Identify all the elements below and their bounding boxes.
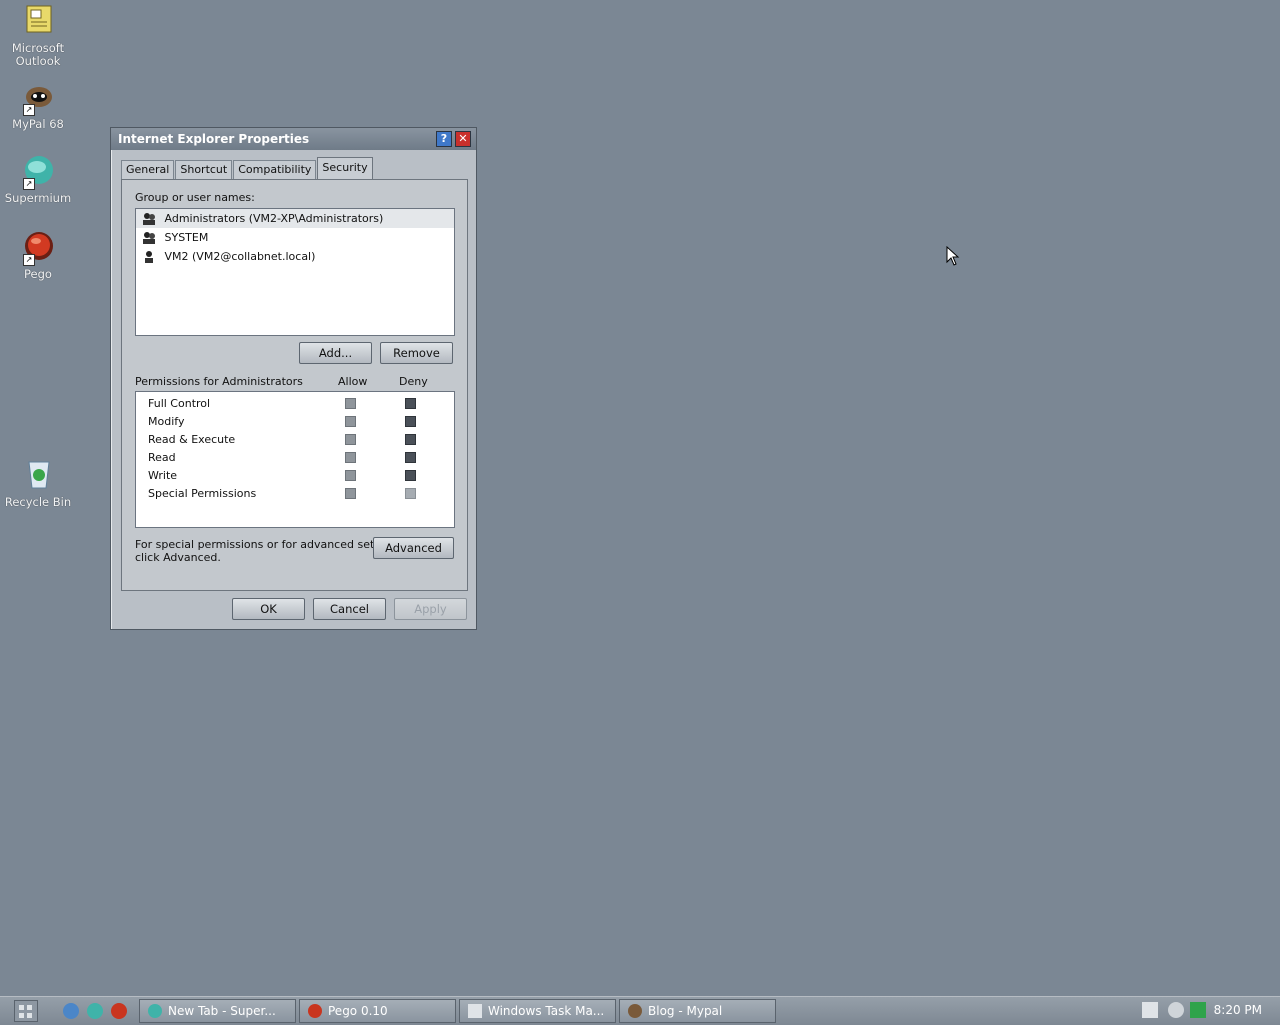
task-label: Blog - Mypal: [648, 1004, 723, 1018]
user-name: VM2 (VM2@collabnet.local): [164, 250, 316, 263]
allow-column-header: Allow: [338, 375, 368, 388]
supermium-icon: ↗: [21, 154, 55, 190]
task-label: Windows Task Ma...: [488, 1004, 605, 1018]
advanced-hint-line: click Advanced.: [135, 551, 221, 564]
deny-checkbox[interactable]: [405, 488, 416, 499]
task-label: Pego 0.10: [328, 1004, 388, 1018]
allow-checkbox[interactable]: [345, 434, 356, 445]
recycle-bin-icon: [21, 458, 55, 492]
deny-checkbox[interactable]: [405, 398, 416, 409]
taskbar-button-mypal[interactable]: Blog - Mypal: [619, 999, 776, 1023]
desktop-icon-recycle-bin[interactable]: Recycle Bin: [0, 458, 76, 509]
remove-button[interactable]: Remove: [380, 342, 453, 364]
ie-quicklaunch-icon[interactable]: [63, 1003, 79, 1019]
outlook-icon: [21, 4, 55, 38]
close-button[interactable]: ✕: [455, 131, 471, 147]
dialog-title: Internet Explorer Properties: [118, 132, 310, 146]
tab-compatibility[interactable]: Compatibility: [233, 160, 317, 179]
taskbar-button-task-manager[interactable]: Windows Task Ma...: [459, 999, 616, 1023]
desktop-icon-label: Recycle Bin: [4, 495, 72, 509]
user-row-system[interactable]: SYSTEM: [136, 228, 454, 247]
supermium-quicklaunch-icon[interactable]: [87, 1003, 103, 1019]
deny-checkbox[interactable]: [405, 452, 416, 463]
desktop-icon-label: Supermium: [4, 191, 72, 205]
desktop-icon-label: Pego: [24, 267, 52, 281]
deny-checkbox[interactable]: [405, 470, 416, 481]
pego-icon: [308, 1004, 322, 1018]
tab-shortcut[interactable]: Shortcut: [175, 160, 233, 179]
mouse-cursor-icon: [946, 246, 960, 266]
permission-name: Full Control: [148, 397, 211, 410]
shortcut-arrow-icon: ↗: [23, 104, 35, 116]
taskbar-clock[interactable]: 8:20 PM: [1214, 997, 1262, 1023]
user-row-administrators[interactable]: Administrators (VM2-XP\Administrators): [136, 209, 454, 228]
user-row-vm2[interactable]: VM2 (VM2@collabnet.local): [136, 247, 454, 266]
pego-quicklaunch-icon[interactable]: [111, 1003, 127, 1019]
desktop-icon-mypal[interactable]: ↗ MyPal 68: [0, 80, 76, 131]
advanced-hint: For special permissions or for advanced …: [135, 538, 405, 564]
deny-checkbox[interactable]: [405, 434, 416, 445]
mypal-icon: [628, 1004, 642, 1018]
help-button[interactable]: ?: [436, 131, 452, 147]
users-list[interactable]: Administrators (VM2-XP\Administrators) S…: [135, 208, 455, 336]
permission-name: Modify: [148, 415, 185, 428]
users-group-icon: [143, 232, 155, 244]
allow-checkbox[interactable]: [345, 398, 356, 409]
allow-checkbox[interactable]: [345, 488, 356, 499]
supermium-icon: [148, 1004, 162, 1018]
apply-button[interactable]: Apply: [394, 598, 467, 620]
security-panel: Group or user names: Administrators (VM2…: [121, 179, 468, 591]
start-button[interactable]: [14, 1000, 38, 1022]
help-icon: ?: [440, 132, 448, 145]
allow-checkbox[interactable]: [345, 416, 356, 427]
taskbar: New Tab - Super... Pego 0.10 Windows Tas…: [0, 996, 1280, 1025]
desktop-icon-outlook[interactable]: Microsoft Outlook: [0, 4, 76, 68]
allow-checkbox[interactable]: [345, 470, 356, 481]
deny-checkbox[interactable]: [405, 416, 416, 427]
permission-name: Special Permissions: [148, 487, 257, 500]
keyboard-icon[interactable]: [1142, 1002, 1158, 1018]
add-button[interactable]: Add...: [299, 342, 372, 364]
deny-column-header: Deny: [399, 375, 428, 388]
dialog-titlebar[interactable]: Internet Explorer Properties ? ✕: [111, 128, 476, 150]
pego-icon: ↗: [21, 230, 55, 266]
permission-name: Read: [148, 451, 176, 464]
group-label: Group or user names:: [135, 191, 255, 204]
status-tray-icon[interactable]: [1190, 1002, 1206, 1018]
task-label: New Tab - Super...: [168, 1004, 276, 1018]
user-icon: [145, 251, 153, 263]
desktop-icon-pego[interactable]: ↗ Pego: [0, 230, 76, 281]
shortcut-arrow-icon: ↗: [23, 254, 35, 266]
close-icon: ✕: [458, 132, 468, 145]
allow-checkbox[interactable]: [345, 452, 356, 463]
tab-strip: General Shortcut Compatibility Security: [121, 157, 374, 179]
desktop-icon-label: Outlook: [15, 54, 61, 68]
taskbar-button-supermium[interactable]: New Tab - Super...: [139, 999, 296, 1023]
permissions-list: Full Control Modify Read & Execute Read …: [135, 391, 455, 528]
taskbar-button-pego[interactable]: Pego 0.10: [299, 999, 456, 1023]
desktop-icon-label: MyPal 68: [12, 117, 64, 131]
advanced-hint-line: For special permissions or for advanced …: [135, 538, 405, 551]
permissions-label: Permissions for Administrators: [135, 375, 303, 388]
tab-security[interactable]: Security: [317, 157, 373, 179]
tray-arrow-icon[interactable]: [1168, 1002, 1184, 1018]
permission-name: Read & Execute: [148, 433, 236, 446]
ok-button[interactable]: OK: [232, 598, 305, 620]
desktop-icon-supermium[interactable]: ↗ Supermium: [0, 154, 76, 205]
cancel-button[interactable]: Cancel: [313, 598, 386, 620]
users-group-icon: [143, 213, 155, 225]
user-name: Administrators (VM2-XP\Administrators): [164, 212, 384, 225]
shortcut-arrow-icon: ↗: [23, 178, 35, 190]
advanced-button[interactable]: Advanced: [373, 537, 454, 559]
mypal-icon: ↗: [21, 80, 55, 116]
properties-dialog: Internet Explorer Properties ? ✕ General…: [110, 127, 477, 630]
user-name: SYSTEM: [164, 231, 209, 244]
tab-general[interactable]: General: [121, 160, 175, 179]
task-manager-icon: [468, 1004, 482, 1018]
permission-name: Write: [148, 469, 178, 482]
